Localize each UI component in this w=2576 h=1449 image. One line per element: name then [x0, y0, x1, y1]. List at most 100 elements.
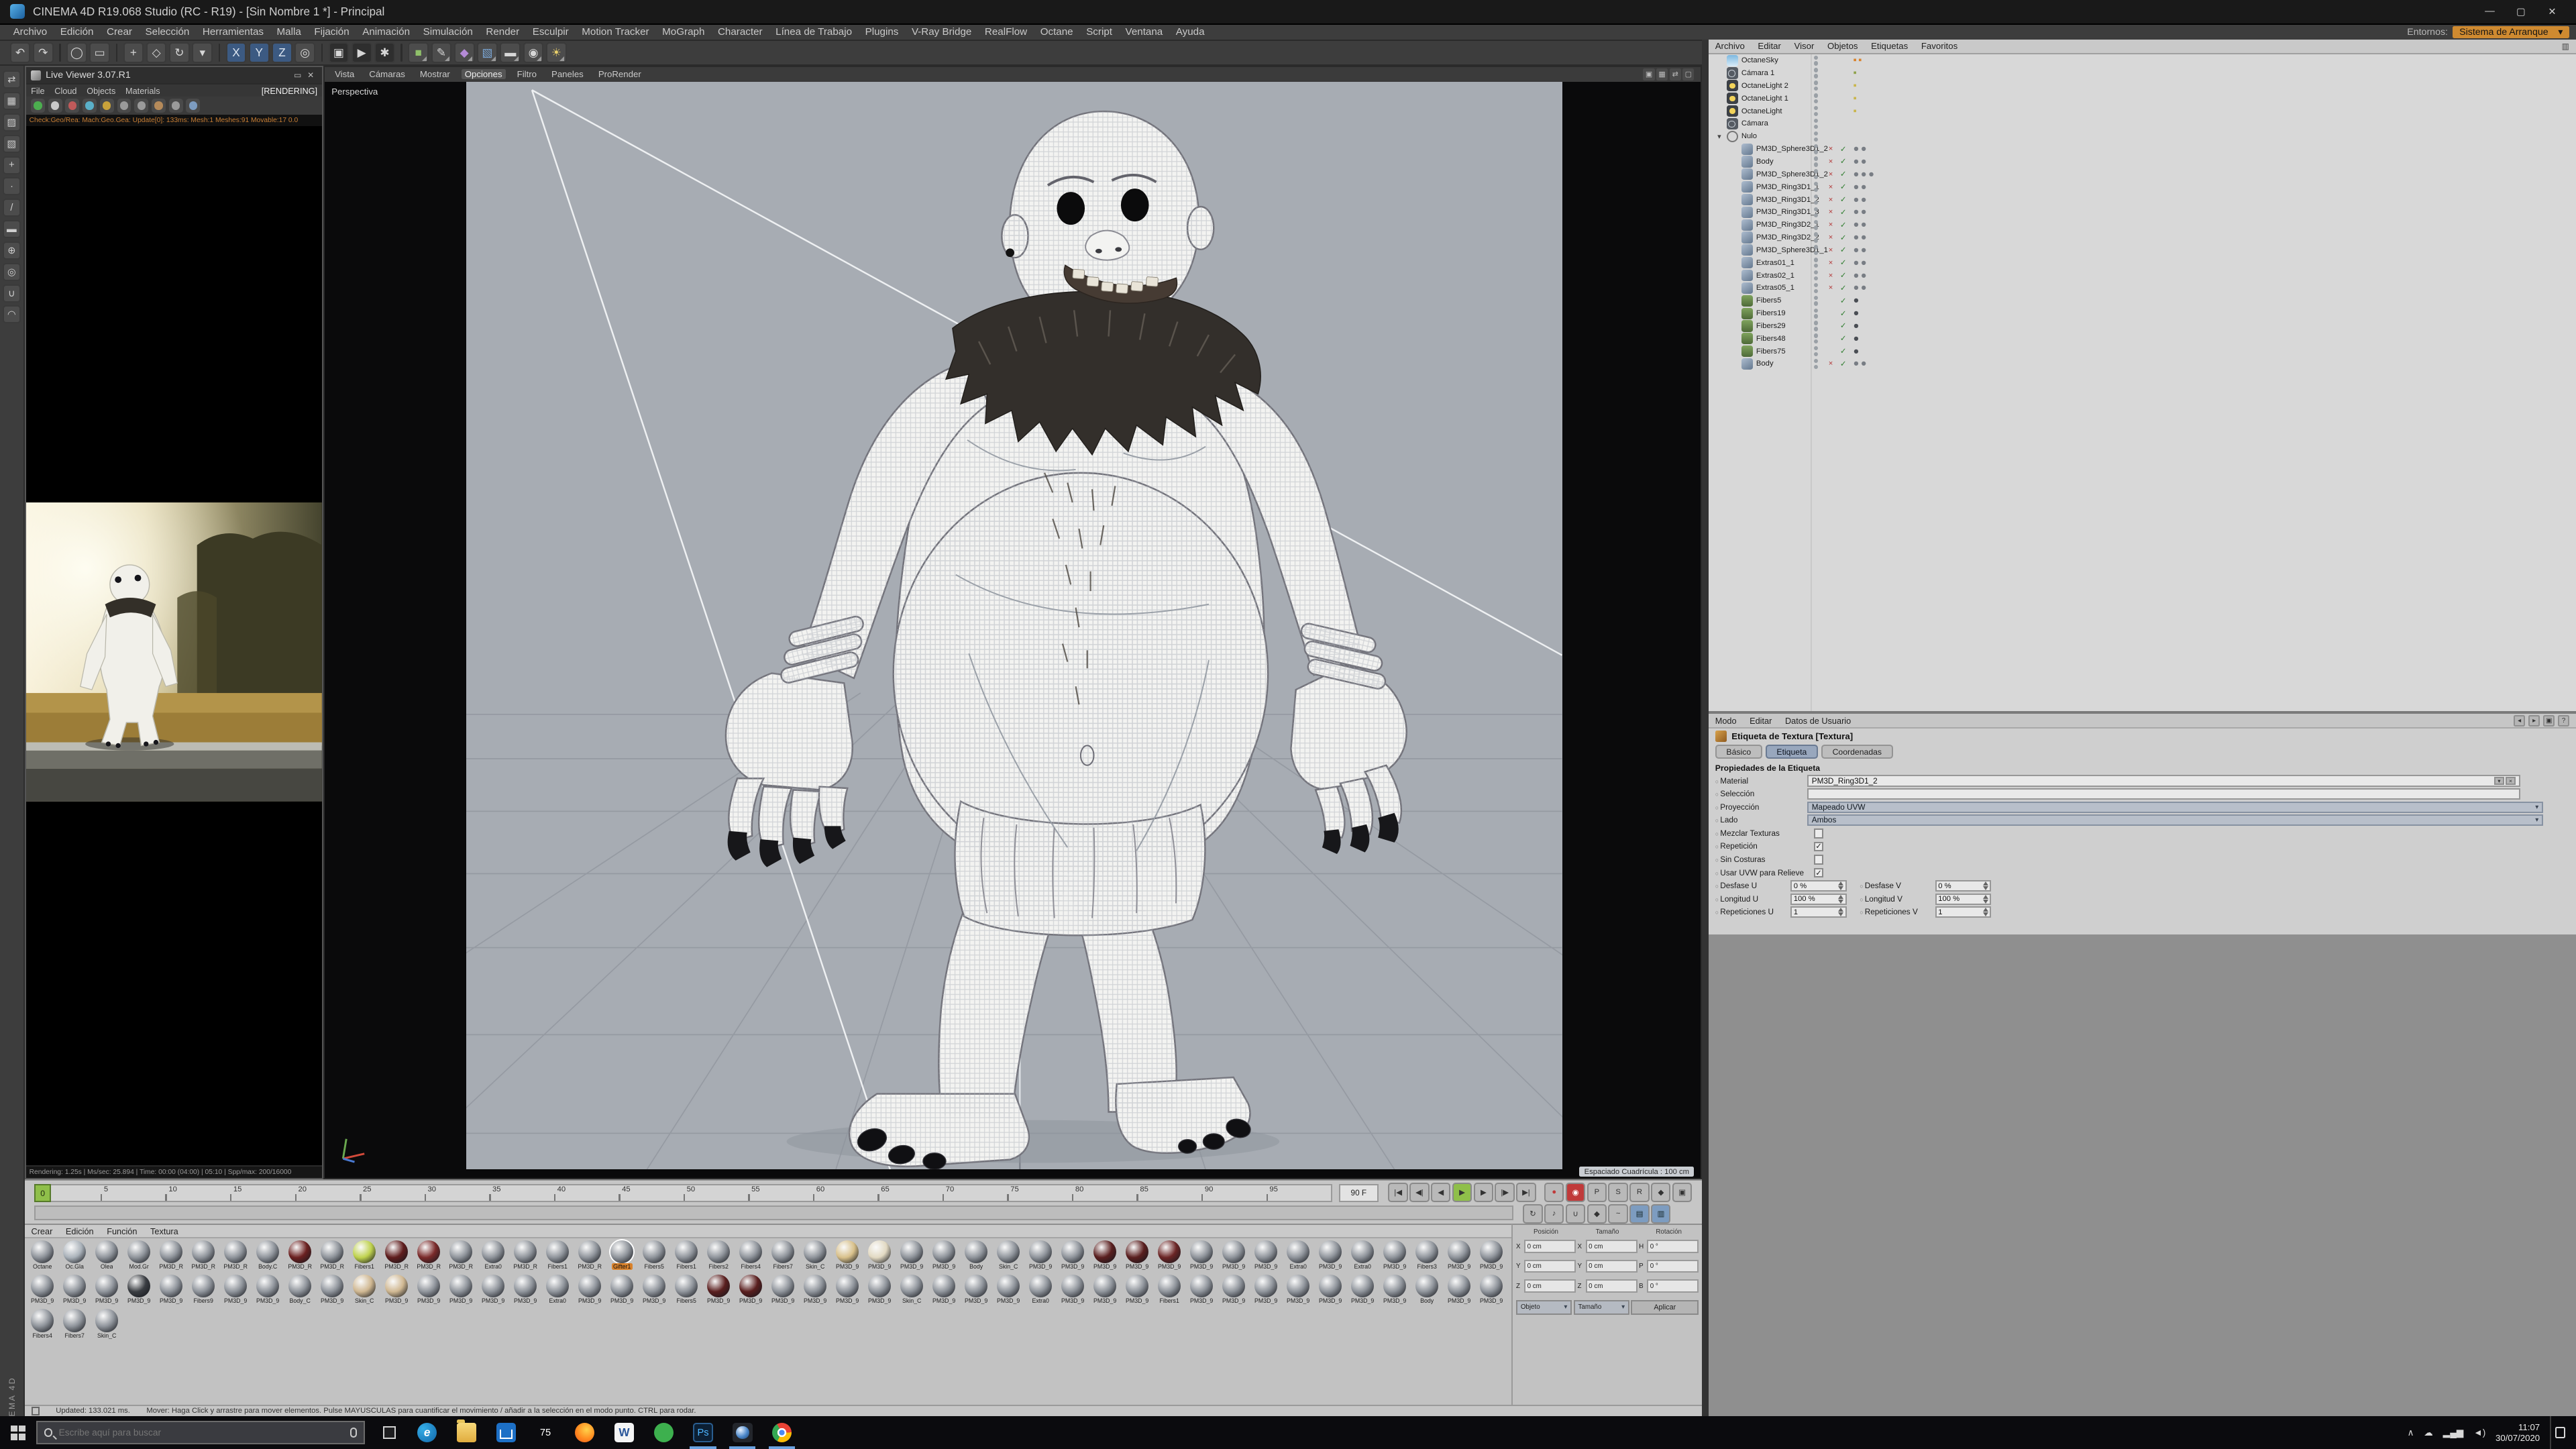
material-ball[interactable] [385, 1240, 409, 1263]
material-swatch[interactable]: PM3D_9 [445, 1274, 477, 1309]
material-menu-item[interactable]: Textura [150, 1226, 178, 1236]
pane-single-icon[interactable]: ▣ [1643, 68, 1655, 80]
material-swatch[interactable]: Fibers1 [1153, 1274, 1185, 1309]
material-ball[interactable] [417, 1240, 441, 1263]
editor-visibility-toggle[interactable]: × [1829, 231, 1833, 244]
cinema4d[interactable] [722, 1416, 762, 1449]
close-button[interactable]: ✕ [2538, 3, 2567, 21]
visibility-dots[interactable] [1813, 168, 1819, 180]
material-swatch[interactable]: PM3D_R [316, 1240, 348, 1275]
history-back-icon[interactable]: ◂ [2513, 714, 2526, 727]
volume-icon[interactable]: ◄) [2473, 1428, 2485, 1438]
menu-item[interactable]: Crear [100, 26, 139, 38]
object-row[interactable]: Extras01_1 × ✓ ●● [1709, 256, 2576, 269]
object-name[interactable]: OctaneSky [1741, 56, 1778, 64]
checkbox[interactable]: ✓ [1813, 841, 1824, 852]
material-ball[interactable] [514, 1240, 537, 1263]
object-name[interactable]: OctaneLight 1 [1741, 95, 1788, 103]
material-ball[interactable] [1287, 1274, 1310, 1298]
object-name[interactable]: Body [1756, 360, 1774, 368]
camera-icon[interactable] [99, 99, 114, 113]
texture-tag-chips[interactable]: ● [1853, 320, 1860, 333]
object-row[interactable]: Cámara 1 ▪ [1709, 67, 2576, 80]
move-button[interactable]: + [123, 42, 144, 63]
model-mode-icon[interactable]: ▦ [2, 92, 21, 111]
material-swatch[interactable]: PM3D_9 [1443, 1240, 1475, 1275]
material-ball[interactable] [1190, 1274, 1214, 1298]
material-swatch[interactable]: PM3D_9 [1379, 1240, 1411, 1275]
material-ball[interactable] [321, 1274, 344, 1298]
material-ball[interactable] [95, 1309, 119, 1332]
material-swatch[interactable]: PM3D_R [413, 1240, 445, 1275]
material-ball[interactable] [288, 1240, 312, 1263]
material-swatch[interactable]: Body [1411, 1274, 1443, 1309]
layout-b-icon[interactable]: ▥ [1651, 1203, 1671, 1224]
material-ball[interactable] [1061, 1240, 1085, 1263]
texture-tag-chips[interactable]: ▪ [1853, 79, 1858, 92]
texture-tag-chips[interactable]: ●● [1853, 156, 1868, 168]
texture-tag-chips[interactable]: ●● [1853, 282, 1868, 294]
pane-split-icon[interactable]: ▦ [1656, 68, 1668, 80]
material-ball[interactable] [127, 1274, 151, 1298]
material-swatch[interactable]: PM3D_9 [896, 1240, 928, 1275]
menu-item[interactable]: Ayuda [1169, 26, 1211, 38]
task-view-button[interactable] [374, 1416, 404, 1449]
material-ball[interactable] [1190, 1240, 1214, 1263]
material-swatch[interactable]: PM3D_9 [799, 1274, 831, 1309]
play-button[interactable]: ▶ [1452, 1182, 1472, 1203]
material-swatch[interactable]: PM3D_9 [638, 1274, 670, 1309]
uv-field-v[interactable]: 100 % [1935, 893, 1992, 905]
material-swatch[interactable]: PM3D_9 [1121, 1274, 1153, 1309]
render-visibility-toggle[interactable]: ✓ [1840, 168, 1846, 180]
toolbar-separator[interactable] [400, 44, 402, 62]
material-swatch[interactable]: PM3D_9 [863, 1240, 896, 1275]
material-swatch[interactable]: PM3D_9 [1346, 1274, 1379, 1309]
checkbox[interactable] [1813, 855, 1824, 865]
redo-button[interactable]: ↷ [32, 42, 54, 63]
keyframe-parameter-button[interactable]: ◆ [1651, 1182, 1671, 1203]
object-row[interactable]: Fibers48 ✓ ● [1709, 332, 2576, 345]
material-swatch[interactable]: PM3D_9 [380, 1274, 413, 1309]
menu-item[interactable]: MoGraph [655, 26, 711, 38]
visibility-dots[interactable] [1813, 193, 1819, 206]
object-name[interactable]: PM3D_Ring3D1_3 [1756, 208, 1819, 216]
material-ball[interactable] [900, 1240, 924, 1263]
render-visibility-toggle[interactable]: ✓ [1840, 332, 1846, 345]
editor-visibility-toggle[interactable]: × [1829, 168, 1833, 180]
material-ball[interactable] [1158, 1240, 1181, 1263]
material-ball[interactable] [739, 1240, 763, 1263]
material-menu-item[interactable]: Función [107, 1226, 137, 1236]
menu-item[interactable]: Script [1079, 26, 1118, 38]
render-visibility-toggle[interactable]: ✓ [1840, 358, 1846, 370]
stepper[interactable] [1982, 880, 1988, 892]
coordinate-value-field[interactable]: 0 cm [1585, 1259, 1638, 1273]
object-row[interactable]: PM3D_Sphere3D1_1 × ✓ ●● [1709, 244, 2576, 256]
picker-icon[interactable] [117, 99, 131, 113]
material-swatch[interactable]: Skin_C [992, 1240, 1024, 1275]
visibility-dots[interactable] [1813, 54, 1819, 67]
maximize-button[interactable]: ▢ [2507, 3, 2535, 21]
texture-tag-chips[interactable]: ▪▪ [1853, 54, 1863, 67]
material-swatch[interactable]: PM3D_9 [123, 1274, 155, 1309]
render-visibility-toggle[interactable]: ✓ [1840, 156, 1846, 168]
render-visibility-toggle[interactable]: ✓ [1840, 193, 1846, 206]
material-swatch[interactable]: PM3D_9 [1475, 1274, 1507, 1309]
menu-item[interactable]: Selección [139, 26, 196, 38]
material-swatch[interactable]: Extra0 [1346, 1240, 1379, 1275]
render-visibility-toggle[interactable]: ✓ [1840, 231, 1846, 244]
material-clear-button[interactable]: × [2506, 776, 2516, 786]
menu-item[interactable]: RealFlow [978, 26, 1034, 38]
menu-item[interactable]: Octane [1034, 26, 1079, 38]
preview-range-bar[interactable] [34, 1205, 1513, 1221]
object-name[interactable]: PM3D_Ring3D2_1 [1756, 221, 1819, 229]
object-manager-menu-item[interactable]: Objetos [1827, 41, 1858, 51]
restart-render-icon[interactable] [83, 99, 97, 113]
sound-icon[interactable]: ♪ [1544, 1203, 1564, 1224]
lado-select[interactable]: Ambos ▾ [1807, 814, 2543, 826]
material-swatch[interactable]: PM3D_R [284, 1240, 316, 1275]
live-viewer-window-button[interactable]: ▭ [291, 70, 305, 80]
material-swatch[interactable]: PM3D_9 [606, 1274, 638, 1309]
material-swatch[interactable]: PM3D_9 [831, 1274, 863, 1309]
render-visibility-toggle[interactable]: ✓ [1840, 345, 1846, 358]
object-row[interactable]: Body × ✓ ●● [1709, 358, 2576, 370]
